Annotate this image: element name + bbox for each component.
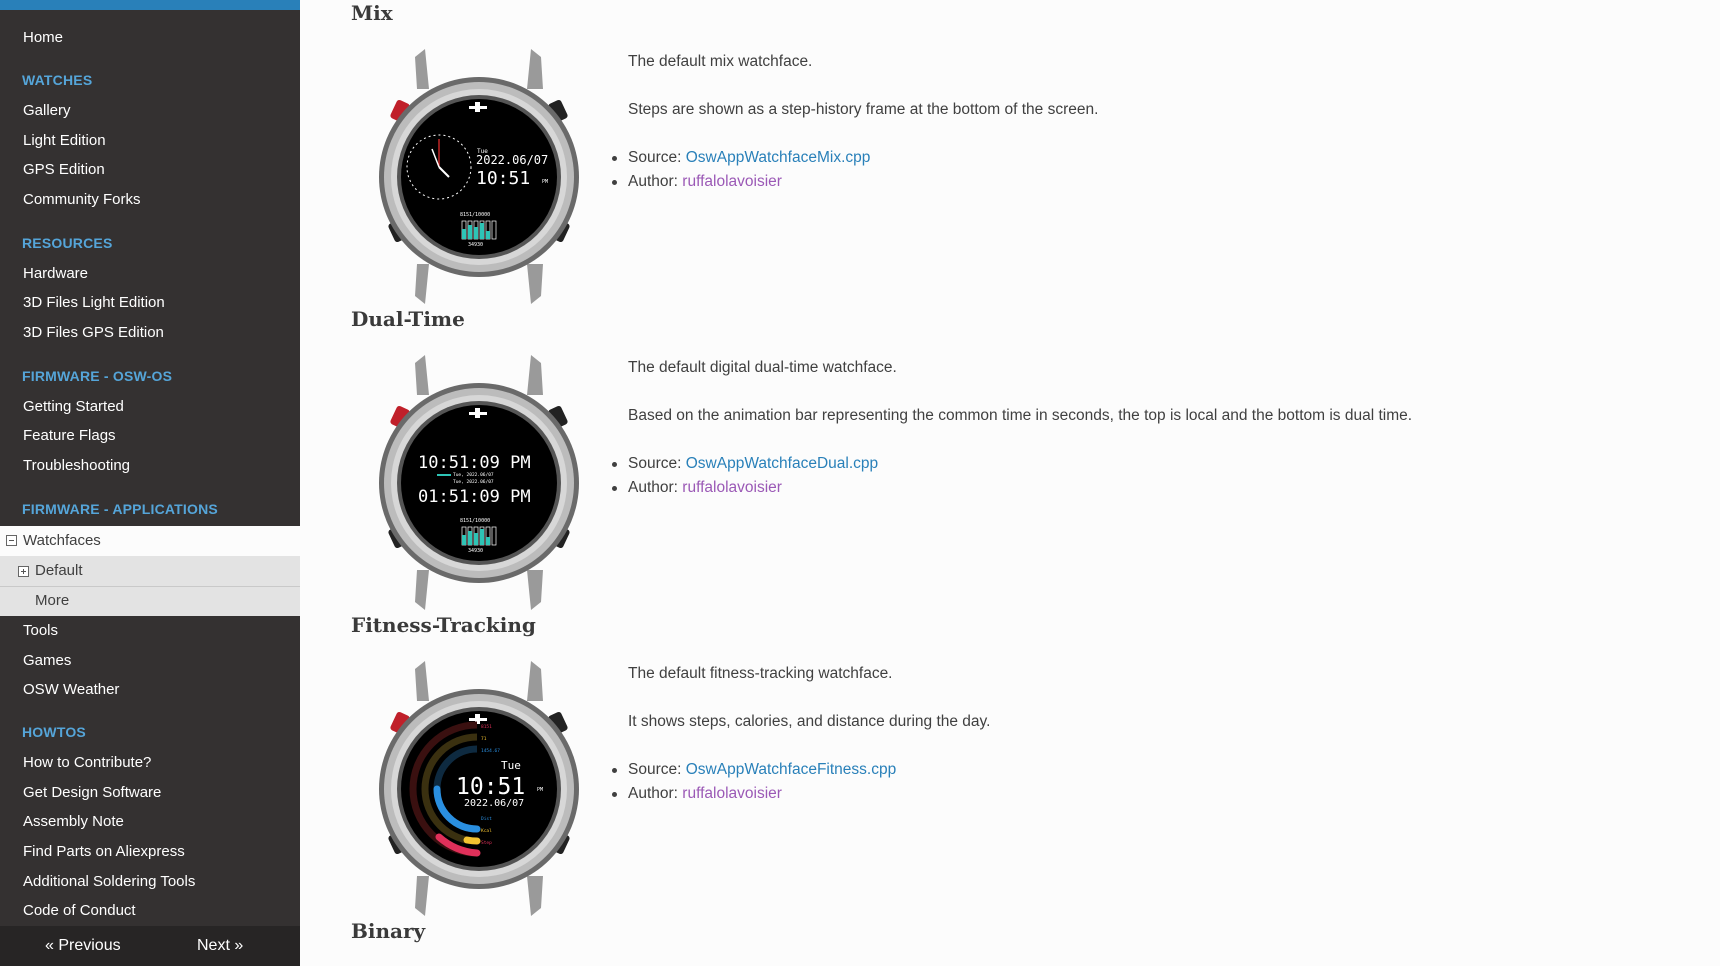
list-item: Source: OswAppWatchfaceFitness.cpp	[611, 758, 896, 782]
source-link[interactable]: OswAppWatchfaceFitness.cpp	[686, 761, 896, 778]
sidebar-subitem-default[interactable]: Default	[35, 562, 83, 579]
sidebar-caption-resources: RESOURCES	[22, 235, 113, 251]
watch-date: 2022.06/07	[464, 798, 524, 809]
watch-image-dual-time: 10:51:09 PM Tue, 2022.06/07 Tue, 2022.06…	[377, 355, 582, 610]
sidebar-caption-firmware-applications: FIRMWARE - APPLICATIONS	[22, 501, 218, 517]
section-description: The default digital dual-time watchface.	[628, 359, 897, 376]
divider	[0, 586, 300, 587]
sidebar-item-code-of-conduct[interactable]: Code of Conduct	[23, 902, 136, 919]
collapse-icon[interactable]	[6, 535, 17, 546]
sidebar-caption-firmware-osw-os: FIRMWARE - OSW-OS	[22, 368, 173, 384]
previous-button[interactable]: « Previous	[45, 937, 121, 955]
sidebar-item-3d-files-gps[interactable]: 3D Files GPS Edition	[23, 324, 164, 341]
source-label: Source:	[628, 455, 686, 472]
sidebar-top-bar	[0, 0, 300, 10]
next-button[interactable]: Next »	[197, 937, 243, 955]
sidebar-item-gallery[interactable]: Gallery	[23, 102, 71, 119]
watch-time: 10:51	[456, 774, 525, 800]
author-label: Author:	[628, 173, 683, 190]
watch-step-label: Step	[481, 840, 492, 846]
section-title-binary: Binary	[351, 919, 426, 943]
meta-list: Source: OswAppWatchfaceFitness.cpp Autho…	[611, 758, 896, 806]
sidebar-caption-watches: WATCHES	[22, 72, 93, 88]
author-link[interactable]: ruffalolavoisier	[682, 785, 782, 802]
watch-steps: 8151	[481, 724, 492, 730]
watch-time-dual: 01:51:09 PM	[418, 487, 531, 507]
section-title-mix: Mix	[351, 1, 393, 25]
sidebar-caption-howtos: HOWTOS	[22, 724, 86, 740]
sidebar-item-community-forks[interactable]: Community Forks	[23, 191, 141, 208]
watch-time: 10:51	[476, 168, 530, 189]
source-link[interactable]: OswAppWatchfaceMix.cpp	[686, 149, 871, 166]
section-description: Based on the animation bar representing …	[628, 407, 1413, 424]
watch-dist-label: Dist	[481, 816, 492, 822]
watch-steps: 8151/10000	[460, 212, 490, 218]
expand-icon[interactable]	[18, 566, 29, 577]
source-link[interactable]: OswAppWatchfaceDual.cpp	[686, 455, 878, 472]
author-link[interactable]: ruffalolavoisier	[682, 479, 782, 496]
sidebar-item-assembly-note[interactable]: Assembly Note	[23, 813, 124, 830]
sidebar-item-tools[interactable]: Tools	[23, 622, 58, 639]
sidebar-item-gps-edition[interactable]: GPS Edition	[23, 161, 105, 178]
sidebar-item-how-to-contribute[interactable]: How to Contribute?	[23, 754, 151, 771]
watch-image-mix: Tue 2022.06/07 10:51 PM 8151/10000 34930	[377, 49, 582, 304]
sidebar-item-find-parts[interactable]: Find Parts on Aliexpress	[23, 843, 185, 860]
watch-date-local: Tue, 2022.06/07	[453, 472, 494, 478]
watch-day: Tue	[501, 759, 521, 772]
sidebar-item-label: Watchfaces	[23, 532, 101, 549]
list-item: Source: OswAppWatchfaceMix.cpp	[611, 146, 871, 170]
watch-ampm: PM	[542, 179, 548, 185]
sidebar-item-watchfaces[interactable]: Watchfaces	[0, 526, 300, 556]
sidebar-item-hardware[interactable]: Hardware	[23, 265, 88, 282]
sidebar-subitem-more[interactable]: More	[35, 592, 69, 609]
sidebar-item-light-edition[interactable]: Light Edition	[23, 132, 106, 149]
sidebar-subitems: Default More	[0, 556, 300, 616]
sidebar-item-get-design-software[interactable]: Get Design Software	[23, 784, 161, 801]
meta-list: Source: OswAppWatchfaceDual.cpp Author: …	[611, 452, 878, 500]
watch-time-local: 10:51:09 PM	[418, 453, 531, 473]
source-label: Source:	[628, 761, 686, 778]
section-description: The default mix watchface.	[628, 53, 813, 70]
author-label: Author:	[628, 479, 683, 496]
section-title-fitness-tracking: Fitness-Tracking	[351, 613, 536, 637]
watch-date-dual: Tue, 2022.06/07	[453, 479, 494, 485]
sidebar-item-troubleshooting[interactable]: Troubleshooting	[23, 457, 130, 474]
sidebar-item-soldering-tools[interactable]: Additional Soldering Tools	[23, 873, 195, 890]
watch-calories: 71	[481, 736, 487, 742]
list-item: Author: ruffalolavoisier	[611, 170, 870, 194]
sidebar: Home WATCHES Gallery Light Edition GPS E…	[0, 0, 300, 966]
main-content: Mix Tue 2022.06/07 10:51 PM 8151/10000 3…	[300, 0, 1720, 966]
watch-steps: 8151/10000	[460, 518, 490, 524]
sidebar-item-osw-weather[interactable]: OSW Weather	[23, 681, 119, 698]
list-item: Author: ruffalolavoisier	[611, 476, 878, 500]
author-link[interactable]: ruffalolavoisier	[682, 173, 782, 190]
sidebar-item-getting-started[interactable]: Getting Started	[23, 398, 124, 415]
source-label: Source:	[628, 149, 686, 166]
list-item: Source: OswAppWatchfaceDual.cpp	[611, 452, 878, 476]
watch-steps-total: 34930	[468, 242, 483, 248]
sidebar-item-home[interactable]: Home	[23, 29, 63, 46]
author-label: Author:	[628, 785, 683, 802]
list-item: Author: ruffalolavoisier	[611, 782, 896, 806]
section-description: The default fitness-tracking watchface.	[628, 665, 893, 682]
section-description: Steps are shown as a step-history frame …	[628, 101, 1099, 118]
sidebar-item-games[interactable]: Games	[23, 652, 71, 669]
sidebar-item-feature-flags[interactable]: Feature Flags	[23, 427, 116, 444]
watch-steps-total: 34930	[468, 548, 483, 554]
watch-image-fitness-tracking: 8151 71 1454.67 Tue 10:51 PM 2022.06/07 …	[377, 661, 582, 916]
section-title-dual-time: Dual-Time	[351, 307, 465, 331]
watch-date: 2022.06/07	[476, 153, 548, 167]
watch-distance: 1454.67	[481, 748, 500, 754]
watch-ampm: PM	[537, 787, 543, 793]
pager: « Previous Next »	[0, 926, 300, 966]
meta-list: Source: OswAppWatchfaceMix.cpp Author: r…	[611, 146, 871, 194]
sidebar-item-3d-files-light[interactable]: 3D Files Light Edition	[23, 294, 165, 311]
section-description: It shows steps, calories, and distance d…	[628, 713, 991, 730]
watch-kcal-label: Kcal	[481, 828, 492, 834]
